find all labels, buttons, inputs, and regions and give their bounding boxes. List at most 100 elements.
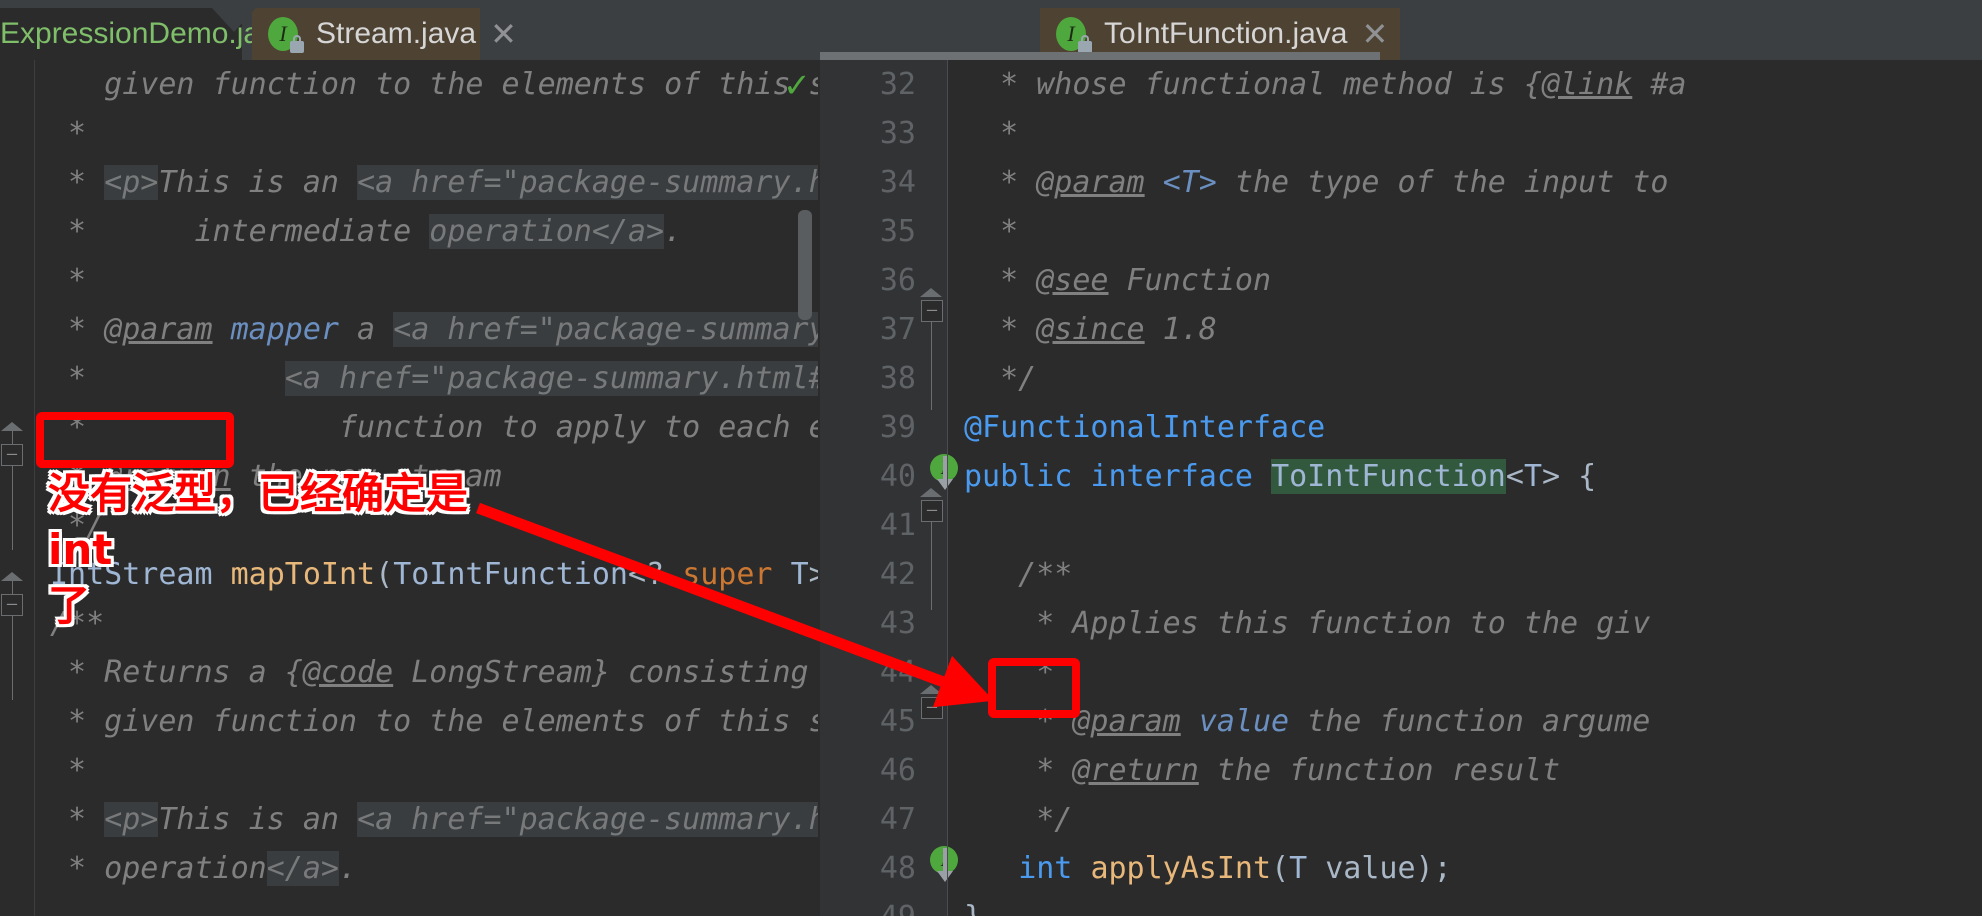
fold-line [931, 510, 932, 610]
code-token: a [339, 312, 394, 347]
line-number: 33 [879, 116, 916, 151]
code-line[interactable]: */ [964, 795, 1072, 844]
code-line[interactable]: * function to apply to each elemen [50, 403, 818, 452]
code-line[interactable]: * [964, 648, 1054, 697]
code-token: mapper [230, 312, 339, 347]
code-token: value); [1307, 851, 1452, 886]
right-gutter[interactable]: – I – – I 323334353637383940414243444546… [820, 60, 958, 916]
close-icon[interactable]: ✕ [490, 18, 517, 50]
code-token: > { [1542, 459, 1597, 494]
code-token: * [50, 312, 105, 347]
fold-collapse-icon[interactable]: – [1, 444, 23, 466]
code-token: @link [1541, 67, 1633, 102]
tab-stream[interactable]: I Stream.java ✕ [252, 8, 517, 60]
fold-cap-icon [920, 288, 942, 297]
overridden-method-arrow-icon [937, 456, 953, 490]
code-token: */ [964, 361, 1037, 396]
code-token: given function to the elements of this s… [104, 67, 818, 102]
fold-collapse-icon[interactable]: – [1, 594, 23, 616]
code-line[interactable]: * [964, 109, 1018, 158]
code-line[interactable]: /** [964, 550, 1072, 599]
left-gutter[interactable]: – – [0, 60, 35, 916]
code-token: This is an [158, 165, 358, 200]
code-token: > mappe [808, 557, 818, 592]
tab-expressiondemo[interactable]: ExpressionDemo.java ✕ [0, 8, 333, 60]
code-line[interactable]: * @see Function [964, 256, 1271, 305]
code-line[interactable]: @FunctionalInterface [964, 403, 1325, 452]
code-line[interactable]: * <p>This is an <a href="package-summary… [50, 795, 818, 844]
code-line[interactable]: * @param <T> the type of the input to [964, 158, 1668, 207]
code-token: */ [964, 802, 1073, 837]
code-line[interactable]: * [50, 746, 86, 795]
code-token: T [790, 557, 809, 592]
close-icon[interactable]: ✕ [1361, 18, 1388, 50]
code-line[interactable]: given function to the elements of this s… [50, 60, 818, 109]
code-line[interactable]: * [50, 109, 86, 158]
code-token: @param [1072, 704, 1181, 739]
code-line[interactable]: * @param value the function argume [964, 697, 1650, 746]
code-token: <p> [104, 802, 159, 837]
code-token: * [964, 165, 1037, 200]
fold-cap-icon [1, 422, 23, 431]
fold-collapse-icon[interactable]: – [921, 300, 943, 322]
code-line[interactable]: * Returns a {@code LongStream} consistin… [50, 648, 818, 697]
vertical-scrollbar-thumb[interactable] [798, 210, 812, 320]
code-line[interactable]: */ [964, 354, 1036, 403]
code-line[interactable]: * Applies this function to the giv [964, 599, 1650, 648]
line-number: 39 [879, 410, 916, 445]
code-token: <p> [104, 165, 159, 200]
code-token: . [664, 214, 683, 249]
right-code-area[interactable]: * whose functional method is {@link #a *… [948, 60, 1982, 916]
code-line[interactable]: * @param mapper a <a href="package-summa… [50, 305, 818, 354]
line-number: 35 [879, 214, 916, 249]
code-line[interactable]: * intermediate operation</a>. [50, 207, 682, 256]
java-interface-locked-icon: I [268, 17, 304, 53]
code-line[interactable]: * @return the function result [964, 746, 1560, 795]
code-line[interactable]: * given function to the elements of this… [50, 697, 818, 746]
code-line[interactable]: * [50, 256, 86, 305]
code-token: #a [1632, 67, 1687, 102]
code-line[interactable]: * [964, 207, 1018, 256]
note-line-2: 了 [48, 581, 91, 630]
code-token: the function argume [1289, 704, 1651, 739]
java-interface-locked-icon: I [1056, 17, 1092, 53]
line-number: 48 [879, 851, 916, 886]
code-line[interactable]: } [964, 893, 982, 916]
code-token: super [682, 557, 773, 592]
code-line[interactable]: * whose functional method is {@link #a [964, 60, 1686, 109]
code-line[interactable]: * <p>This is an <a href="package-summary… [50, 158, 818, 207]
code-token: operation [429, 214, 592, 249]
code-line[interactable]: * operation</a>. [50, 844, 357, 893]
fold-line [931, 310, 932, 410]
code-token: <a href="package-summary.html#St [284, 361, 818, 396]
code-token: * given function to the elements of this… [68, 704, 818, 739]
fold-collapse-icon[interactable]: – [921, 697, 943, 719]
code-line[interactable]: * <a href="package-summary.html#St [50, 354, 818, 403]
code-token: @code [302, 655, 394, 690]
code-line[interactable]: int applyAsInt(T value); [964, 844, 1452, 893]
inspection-ok-icon: ✓ [785, 62, 808, 106]
code-line[interactable]: * @since 1.8 [964, 305, 1217, 354]
fold-collapse-icon[interactable]: – [921, 500, 943, 522]
line-number: 45 [879, 704, 916, 739]
chinese-annotation-note: 没有泛型，已经确定是 int 了 [48, 466, 518, 634]
line-number: 38 [879, 361, 916, 396]
code-token: * [50, 361, 285, 396]
code-token: * [964, 704, 1073, 739]
code-token: the function result [1198, 753, 1561, 788]
code-token: @param [1036, 165, 1145, 200]
code-token: 1.8 [1144, 312, 1217, 347]
code-line[interactable]: public interface ToIntFunction<T> { [964, 452, 1596, 501]
code-token: * operation [50, 851, 267, 886]
line-number: 43 [879, 606, 916, 641]
editor-pane-tointfunction[interactable]: – I – – I 323334353637383940414243444546… [820, 60, 1982, 916]
code-token: </a> [591, 214, 665, 249]
line-number: 37 [879, 312, 916, 347]
code-token: public [964, 459, 1073, 494]
line-number: 42 [879, 557, 916, 592]
code-token: * [50, 802, 105, 837]
code-token: * Applies this function to the giv [964, 606, 1651, 641]
